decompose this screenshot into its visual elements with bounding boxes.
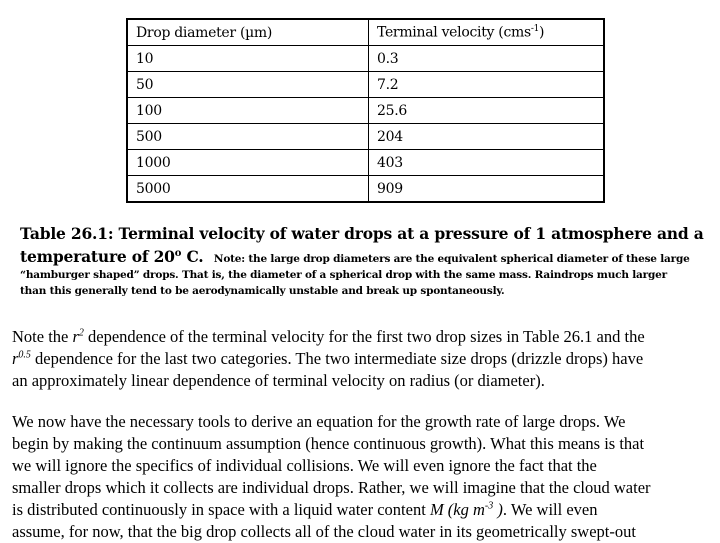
table-row: 50 7.2 (126, 71, 605, 98)
text-run: dependence for the last two categories. … (30, 349, 644, 368)
header-drop-diameter: Drop diameter (µm) (126, 18, 369, 46)
header-velocity-close: ) (539, 24, 545, 41)
cell-velocity: 0.3 (368, 45, 605, 72)
paragraph-line: Note the r2 dependence of the terminal v… (12, 326, 717, 348)
cell-diameter: 100 (126, 97, 369, 124)
paragraph-growth-rate: We now have the necessary tools to deriv… (12, 411, 717, 543)
paragraph-line: begin by making the continuum assumption… (12, 434, 645, 453)
math-close-paren: ) (493, 500, 503, 519)
header-terminal-velocity: Terminal velocity (cms-1) (368, 18, 605, 46)
math-liquid-water-content: M (kg m (429, 500, 485, 519)
caption-temperature-text: temperature of 20 (20, 247, 175, 267)
cell-diameter: 500 (126, 123, 369, 150)
cell-velocity: 25.6 (368, 97, 605, 124)
caption-title-line-1: Table 26.1: Terminal velocity of water d… (20, 224, 704, 243)
math-exponent: 0.5 (18, 349, 31, 361)
table-row: 5000 909 (126, 175, 605, 203)
caption-unit: C. (181, 247, 204, 267)
caption-note-line-2: “hamburger shaped” drops. That is, the d… (20, 269, 667, 282)
cell-velocity: 204 (368, 123, 605, 150)
text-run: is distributed continuously in space wit… (12, 500, 430, 519)
cell-diameter: 10 (126, 45, 369, 72)
paragraph-line: We now have the necessary tools to deriv… (12, 412, 626, 431)
paragraph-line: is distributed continuously in space wit… (12, 499, 717, 521)
paragraph-line: an approximately linear dependence of te… (12, 371, 545, 390)
table-row: 500 204 (126, 123, 605, 150)
caption-note-line-3: than this generally tend to be aerodynam… (20, 285, 505, 298)
table-row: 1000 403 (126, 149, 605, 176)
cell-diameter: 1000 (126, 149, 369, 176)
terminal-velocity-table: Drop diameter (µm) Terminal velocity (cm… (126, 18, 605, 203)
paragraph-dependence-note: Note the r2 dependence of the terminal v… (12, 326, 717, 392)
header-velocity-exponent: -1 (530, 24, 540, 35)
paragraph-line: smaller drops which it collects are indi… (12, 478, 651, 497)
text-run: . We will even (502, 500, 598, 519)
math-exponent: -3 (484, 500, 494, 512)
cell-velocity: 403 (368, 149, 605, 176)
table-header-row: Drop diameter (µm) Terminal velocity (cm… (126, 18, 605, 46)
caption-note: Note: the large drop diameters are the e… (213, 253, 690, 266)
cell-velocity: 909 (368, 175, 605, 203)
text-run: Note the (12, 327, 73, 346)
cell-velocity: 7.2 (368, 71, 605, 98)
caption-title-line-2: temperature of 20o C. Note: the large dr… (20, 244, 720, 269)
table-caption: Table 26.1: Terminal velocity of water d… (20, 224, 720, 299)
cell-diameter: 5000 (126, 175, 369, 203)
table-row: 100 25.6 (126, 97, 605, 124)
cell-diameter: 50 (126, 71, 369, 98)
header-velocity-text: Terminal velocity (cms (377, 24, 531, 41)
text-run: dependence of the terminal velocity for … (83, 327, 645, 346)
paragraph-line: r0.5 dependence for the last two categor… (12, 348, 717, 370)
paragraph-line: we will ignore the specifics of individu… (12, 456, 597, 475)
table-row: 10 0.3 (126, 45, 605, 72)
